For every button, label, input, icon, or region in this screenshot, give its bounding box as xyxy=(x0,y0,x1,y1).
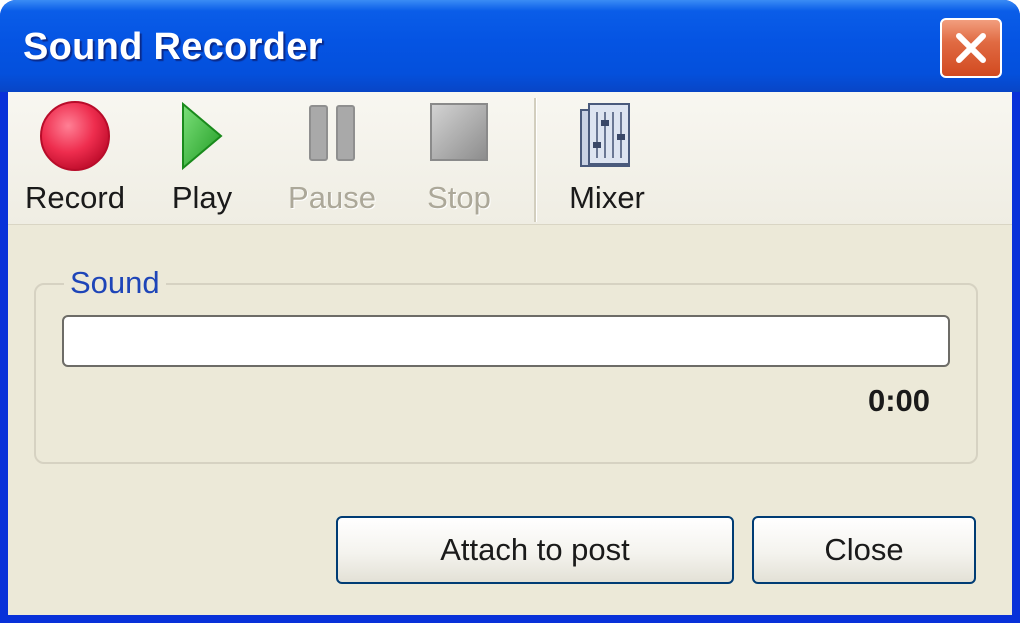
close-button[interactable]: Close xyxy=(752,516,976,584)
stop-button[interactable]: Stop xyxy=(410,92,508,224)
close-icon xyxy=(956,33,986,63)
record-icon xyxy=(40,101,110,171)
record-label: Record xyxy=(25,180,125,215)
pause-button[interactable]: Pause xyxy=(276,92,388,224)
attach-to-post-button[interactable]: Attach to post xyxy=(336,516,734,584)
window-title: Sound Recorder xyxy=(23,26,323,68)
pause-label: Pause xyxy=(288,180,376,215)
toolbar-separator xyxy=(534,98,537,222)
mixer-label: Mixer xyxy=(569,180,645,215)
sound-group: Sound 0:00 xyxy=(34,265,978,464)
sound-recorder-window: Sound Recorder Record Play Pause Stop Mi… xyxy=(0,0,1020,623)
window-close-button[interactable] xyxy=(940,18,1002,78)
sound-group-label: Sound xyxy=(64,265,166,301)
play-label: Play xyxy=(171,180,233,215)
title-bar[interactable]: Sound Recorder xyxy=(0,0,1020,92)
recording-progress-bar xyxy=(62,315,950,367)
pause-icon xyxy=(309,105,355,161)
time-readout: 0:00 xyxy=(867,383,930,418)
mixer-button[interactable]: Mixer xyxy=(560,92,654,224)
toolbar: Record Play Pause Stop Mixer xyxy=(8,92,1012,225)
mixer-icon xyxy=(580,103,630,167)
play-icon xyxy=(182,101,223,171)
stop-icon xyxy=(430,103,488,161)
client-area: Record Play Pause Stop Mixer Sound 0:00 … xyxy=(8,92,1012,615)
play-button[interactable]: Play xyxy=(158,92,246,224)
record-button[interactable]: Record xyxy=(14,92,136,224)
stop-label: Stop xyxy=(427,180,491,215)
